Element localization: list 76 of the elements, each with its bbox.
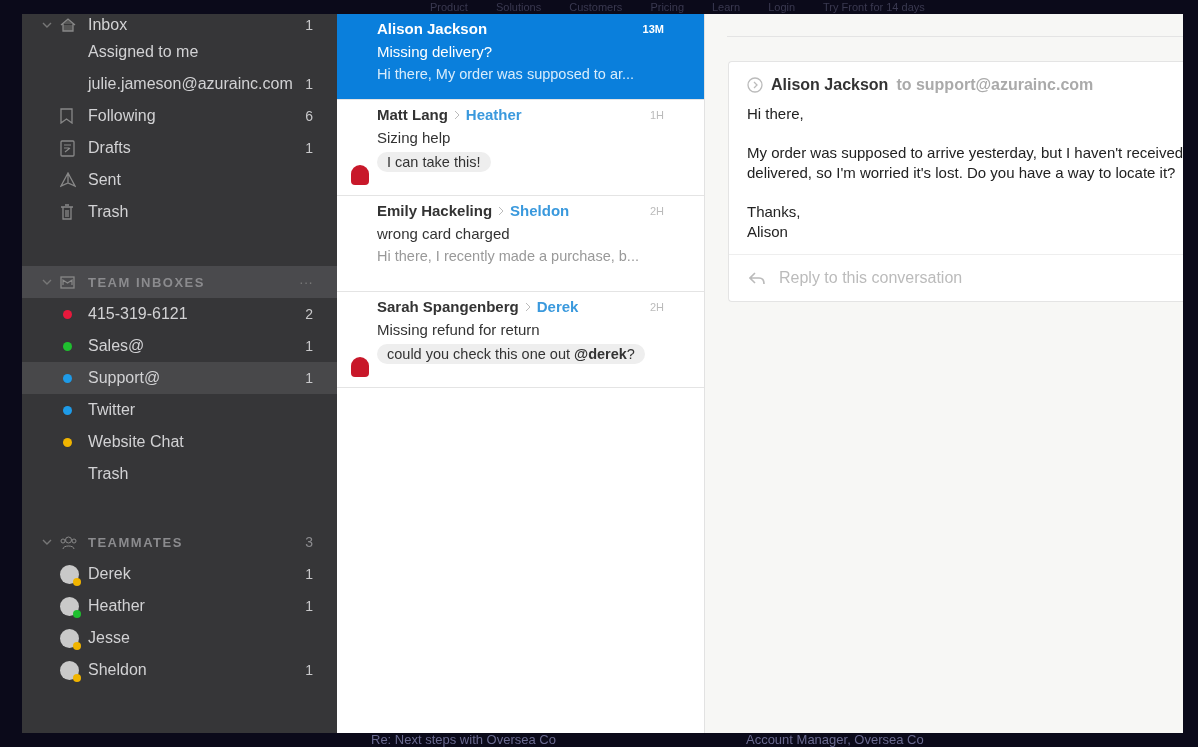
team-inbox-item[interactable]: Sales@ [88, 337, 306, 355]
teammate-item[interactable]: Jesse [88, 629, 313, 647]
item-count: 1 [305, 338, 313, 354]
sender-name: Matt Lang [377, 106, 448, 123]
comment-bubble: I can take this! [377, 152, 491, 172]
assignee-name: Sheldon [510, 202, 570, 219]
time-label: 1H [649, 108, 664, 121]
message-text: Thanks, [747, 202, 801, 222]
item-count: 1 [305, 598, 313, 614]
subject-text: Missing delivery? [377, 43, 494, 60]
conversation-item[interactable]: Alison Jackson 13M Missing delivery? Hi there, My order was supposed to ar... [337, 14, 704, 100]
section-title: TEAM INBOXES [88, 274, 206, 290]
team-inbox-item[interactable]: Trash [88, 465, 313, 483]
sidebar-item[interactable]: Inbox [88, 16, 306, 34]
chevron-right-icon [498, 205, 505, 216]
trash-icon [60, 204, 74, 220]
item-count: 1 [305, 140, 313, 156]
subject-text: wrong card charged [377, 225, 511, 242]
team-inbox-item[interactable]: 415-319-6121 [88, 305, 306, 323]
sidebar-item[interactable]: Assigned to me [88, 43, 313, 61]
item-count: 3 [305, 534, 313, 550]
item-count: 1 [305, 370, 313, 386]
sidebar-item[interactable]: julie.jameson@azurainc.com [88, 75, 306, 93]
inbox-icon [60, 275, 75, 289]
item-count: 1 [305, 566, 313, 582]
expand-icon[interactable] [747, 77, 763, 93]
item-count: 2 [305, 306, 313, 322]
message-text: delivered, so I'm worried it's lost. Do you have a way to locate it? [747, 163, 1176, 183]
teammate-item[interactable]: Sheldon [88, 661, 306, 679]
team-inbox-item[interactable]: Twitter [88, 401, 313, 419]
sender-name: Alison Jackson [377, 20, 488, 37]
team-inbox-item[interactable]: Support@ [88, 369, 306, 387]
reply-icon [749, 271, 765, 285]
message-text: Hi there, [747, 104, 804, 124]
time-label: 2H [649, 300, 664, 313]
chevron-right-icon [453, 109, 460, 120]
comment-bubble: could you check this one out @derek? [377, 344, 645, 364]
sidebar-item[interactable]: Trash [88, 203, 313, 221]
teammate-item[interactable]: Heather [88, 597, 306, 615]
avatar [351, 357, 369, 377]
preview-text: Hi there, I recently made a purchase, b... [377, 248, 640, 264]
background-text: Account Manager, Oversea Co [745, 733, 924, 747]
sidebar-item[interactable]: Following [88, 107, 306, 125]
chevron-icon[interactable] [42, 20, 52, 30]
sidebar-item[interactable]: Sent [88, 171, 313, 189]
sender-name: Emily Hackeling [377, 202, 493, 219]
sender-name: Alison Jackson [771, 76, 889, 94]
time-label: 2H [649, 204, 664, 217]
document-icon [60, 139, 75, 157]
chevron-icon[interactable] [42, 537, 52, 547]
bookmark-icon [60, 108, 73, 124]
item-count: 1 [305, 17, 313, 33]
section-title: TEAMMATES [88, 534, 184, 550]
avatar [351, 165, 369, 185]
sidebar-item[interactable]: Drafts [88, 139, 306, 157]
subject-text: Sizing help [377, 129, 452, 146]
preview-text: Hi there, My order was supposed to ar... [377, 66, 636, 82]
people-icon [60, 534, 77, 550]
item-count: 1 [305, 662, 313, 678]
message-text: My order was supposed to arrive yesterday, but I haven't received [747, 143, 1183, 163]
assignee-name: Derek [536, 298, 579, 315]
home-icon [60, 18, 76, 32]
chevron-right-icon [524, 301, 531, 312]
team-inbox-item[interactable]: Website Chat [88, 433, 313, 451]
item-count: 1 [305, 76, 313, 92]
sender-name: Sarah Spangenberg [377, 298, 519, 315]
item-count: 6 [305, 108, 313, 124]
chevron-icon[interactable] [42, 277, 52, 287]
background-text: Re: Next steps with Oversea Co [371, 733, 556, 747]
time-label: 13M [642, 22, 664, 35]
assignee-name: Heather [465, 106, 522, 123]
message-text: Alison [747, 222, 788, 242]
recipient-text: to support@azurainc.com [896, 76, 1094, 94]
teammate-item[interactable]: Derek [88, 565, 306, 583]
subject-text: Missing refund for return [377, 321, 541, 338]
paper-plane-icon [60, 171, 76, 189]
